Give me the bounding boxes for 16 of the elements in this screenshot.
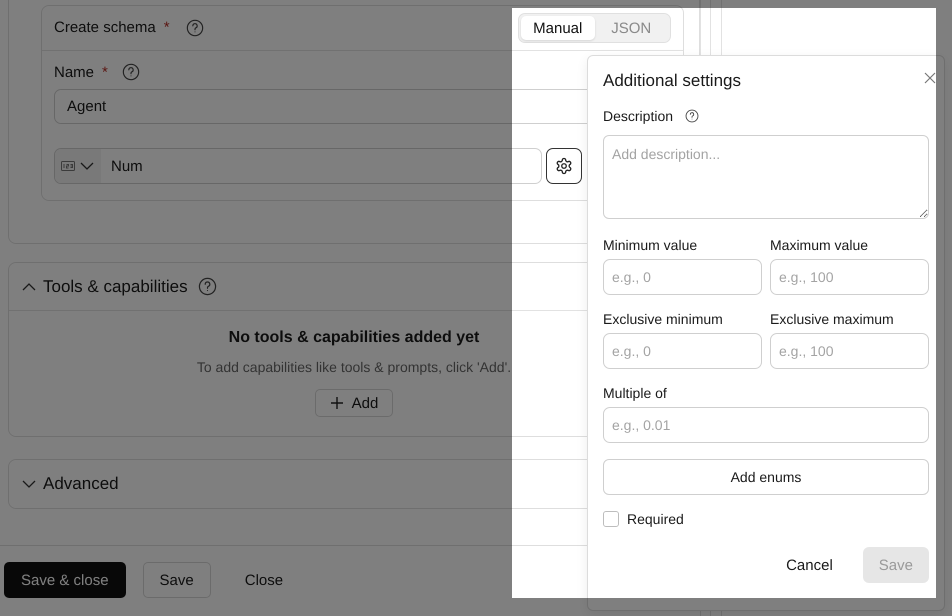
section-title: Tools & capabilities <box>43 276 188 296</box>
popover-title: Additional settings <box>603 71 741 91</box>
section-title: Create schema <box>54 19 156 36</box>
field-label: Exclusive maximum <box>770 311 895 327</box>
empty-hint: To add capabilities like tools & prompts, click 'Add'. <box>196 359 512 375</box>
field-label: Name <box>54 64 94 80</box>
field-label: Maximum value <box>770 237 870 253</box>
checkbox-label: Required <box>627 511 684 527</box>
required-mark: * <box>164 19 170 36</box>
field-label: Multiple of <box>603 385 668 401</box>
section-title: Advanced <box>43 474 119 494</box>
field-label: Minimum value <box>603 237 698 253</box>
required-mark: * <box>102 64 108 80</box>
field-label: Description <box>603 108 674 124</box>
empty-title: No tools & capabilities added yet <box>228 329 480 347</box>
field-label: Exclusive minimum <box>603 311 724 327</box>
